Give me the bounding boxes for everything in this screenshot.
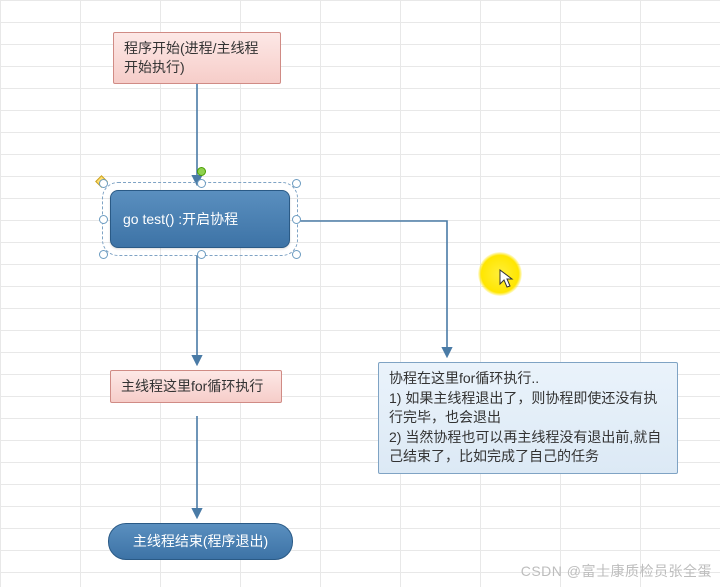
node-end[interactable]: 主线程结束(程序退出) bbox=[108, 523, 293, 560]
resize-handle-e[interactable] bbox=[292, 215, 301, 224]
watermark: CSDN @富士康质检员张全蛋 bbox=[521, 561, 712, 581]
node-note[interactable]: 协程在这里for循环执行.. 1) 如果主线程退出了，则协程即使还没有执行完毕，… bbox=[378, 362, 678, 474]
cursor-icon bbox=[499, 269, 515, 294]
connector-layer bbox=[0, 0, 720, 587]
resize-handle-nw[interactable] bbox=[99, 179, 108, 188]
node-gotest[interactable]: go test() :开启协程 bbox=[110, 190, 290, 248]
resize-handle-n[interactable] bbox=[197, 179, 206, 188]
node-start[interactable]: 程序开始(进程/主线程开始执行) bbox=[113, 32, 281, 84]
node-note-label: 协程在这里for循环执行.. 1) 如果主线程退出了，则协程即使还没有执行完毕，… bbox=[389, 370, 661, 464]
node-end-label: 主线程结束(程序退出) bbox=[133, 533, 268, 549]
node-forloop[interactable]: 主线程这里for循环执行 bbox=[110, 370, 282, 403]
node-gotest-label: go test() :开启协程 bbox=[123, 210, 238, 229]
resize-handle-w[interactable] bbox=[99, 215, 108, 224]
resize-handle-sw[interactable] bbox=[99, 250, 108, 259]
resize-handle-ne[interactable] bbox=[292, 179, 301, 188]
node-start-label: 程序开始(进程/主线程开始执行) bbox=[124, 40, 259, 75]
connection-handle-icon[interactable] bbox=[197, 167, 206, 176]
node-forloop-label: 主线程这里for循环执行 bbox=[121, 378, 263, 394]
diagram-canvas[interactable]: 程序开始(进程/主线程开始执行) go test() :开启协程 主线程这里fo… bbox=[0, 0, 720, 587]
resize-handle-se[interactable] bbox=[292, 250, 301, 259]
resize-handle-s[interactable] bbox=[197, 250, 206, 259]
